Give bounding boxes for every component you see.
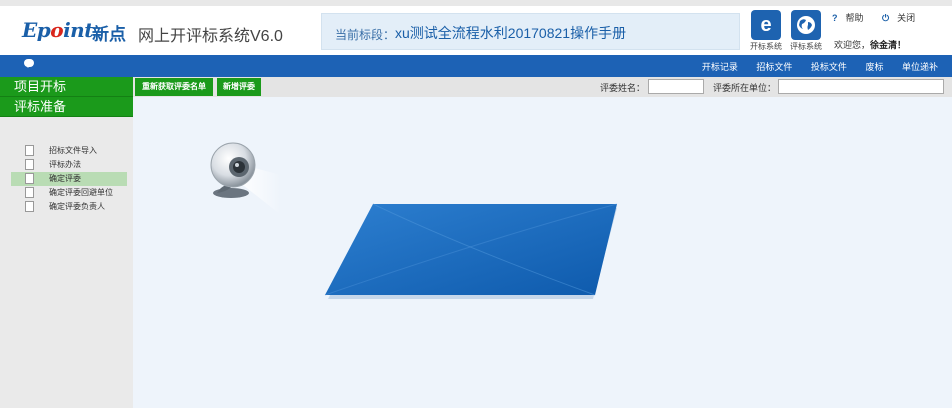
document-icon bbox=[25, 145, 34, 156]
document-icon bbox=[25, 159, 34, 170]
sidebar-item-confirm-experts[interactable]: 确定评委 bbox=[11, 172, 127, 186]
current-section-value: xu测试全流程水利20170821操作手册 bbox=[395, 25, 627, 41]
refetch-experts-button[interactable]: 重新获取评委名单 bbox=[135, 78, 213, 96]
close-link[interactable]: ⏻ 关闭 bbox=[882, 13, 923, 23]
logo-text: Epoint bbox=[22, 18, 93, 42]
sidebar-list: 招标文件导入 评标办法 确定评委 确定评委回避单位 确定评委负责人 bbox=[0, 144, 133, 214]
sidebar-group-project-opening[interactable]: 项目开标 bbox=[0, 77, 133, 97]
sidebar-item-label: 确定评委 bbox=[49, 174, 81, 183]
evaluation-system-button[interactable]: 评标系统 bbox=[788, 10, 824, 52]
sidebar-item-avoidance-units[interactable]: 确定评委回避单位 bbox=[11, 186, 127, 200]
nav-items: 开标记录 招标文件 投标文件 废标 单位递补 bbox=[686, 60, 938, 73]
power-icon: ⏻ bbox=[882, 13, 890, 23]
close-label: 关闭 bbox=[897, 13, 916, 23]
expert-name-label: 评委姓名： bbox=[600, 83, 646, 93]
header: Epoint 新点 网上开评标系统V6.0 当前标段： xu测试全流程水利201… bbox=[0, 6, 952, 55]
help-link[interactable]: ? 帮助 bbox=[832, 13, 872, 23]
placeholder-card-graphic bbox=[324, 203, 618, 299]
nav-item-unit-replacement[interactable]: 单位递补 bbox=[902, 62, 938, 72]
sidebar-item-label: 确定评委回避单位 bbox=[49, 188, 113, 197]
evaluation-system-label: 评标系统 bbox=[790, 42, 822, 51]
add-expert-button[interactable]: 新增评委 bbox=[217, 78, 261, 96]
nav-item-opening-records[interactable]: 开标记录 bbox=[702, 62, 738, 72]
sidebar: 项目开标 评标准备 招标文件导入 评标办法 确定评委 确定评委回避单位 确定评委… bbox=[0, 77, 133, 408]
top-navbar: 开标记录 招标文件 投标文件 废标 单位递补 bbox=[0, 55, 952, 77]
e-icon: e bbox=[751, 10, 781, 40]
toolbar: 重新获取评委名单 新增评委 评委姓名： 评委所在单位： bbox=[133, 77, 952, 98]
help-icon: ? bbox=[832, 13, 838, 23]
current-section-label: 当前标段： bbox=[335, 28, 396, 42]
opening-system-label: 开标系统 bbox=[750, 42, 782, 51]
user-name: 徐金清！ bbox=[870, 40, 907, 50]
sidebar-group-evaluation-prep[interactable]: 评标准备 bbox=[0, 97, 133, 117]
brand-name: 新点 bbox=[92, 25, 126, 44]
document-icon bbox=[25, 187, 34, 198]
nav-item-bid-docs[interactable]: 投标文件 bbox=[811, 62, 847, 72]
top-links: ? 帮助 ⏻ 关闭 bbox=[832, 11, 931, 24]
system-title: 网上开评标系统V6.0 bbox=[138, 28, 283, 45]
current-section-box: 当前标段： xu测试全流程水利20170821操作手册 bbox=[321, 13, 740, 50]
chat-icon[interactable] bbox=[24, 59, 34, 68]
opening-system-button[interactable]: e 开标系统 bbox=[748, 10, 784, 52]
sidebar-item-label: 招标文件导入 bbox=[49, 146, 97, 155]
expert-unit-input[interactable] bbox=[778, 79, 944, 94]
sidebar-item-import-tender-docs[interactable]: 招标文件导入 bbox=[11, 144, 127, 158]
sidebar-item-evaluation-method[interactable]: 评标办法 bbox=[11, 158, 127, 172]
nav-item-tender-docs[interactable]: 招标文件 bbox=[756, 62, 792, 72]
sidebar-item-label: 确定评委负责人 bbox=[49, 202, 105, 211]
help-label: 帮助 bbox=[845, 13, 864, 23]
nav-item-void-bid[interactable]: 废标 bbox=[865, 62, 883, 72]
content-area bbox=[133, 97, 952, 408]
sidebar-item-expert-leader[interactable]: 确定评委负责人 bbox=[11, 200, 127, 214]
welcome-text: 欢迎您，徐金清！ bbox=[834, 38, 906, 51]
welcome-prefix: 欢迎您， bbox=[834, 40, 871, 50]
sidebar-item-label: 评标办法 bbox=[49, 160, 81, 169]
expert-unit-label: 评委所在单位： bbox=[713, 83, 777, 93]
expert-name-input[interactable] bbox=[648, 79, 704, 94]
globe-icon bbox=[791, 10, 821, 40]
document-icon bbox=[25, 173, 34, 184]
document-icon bbox=[25, 201, 34, 212]
